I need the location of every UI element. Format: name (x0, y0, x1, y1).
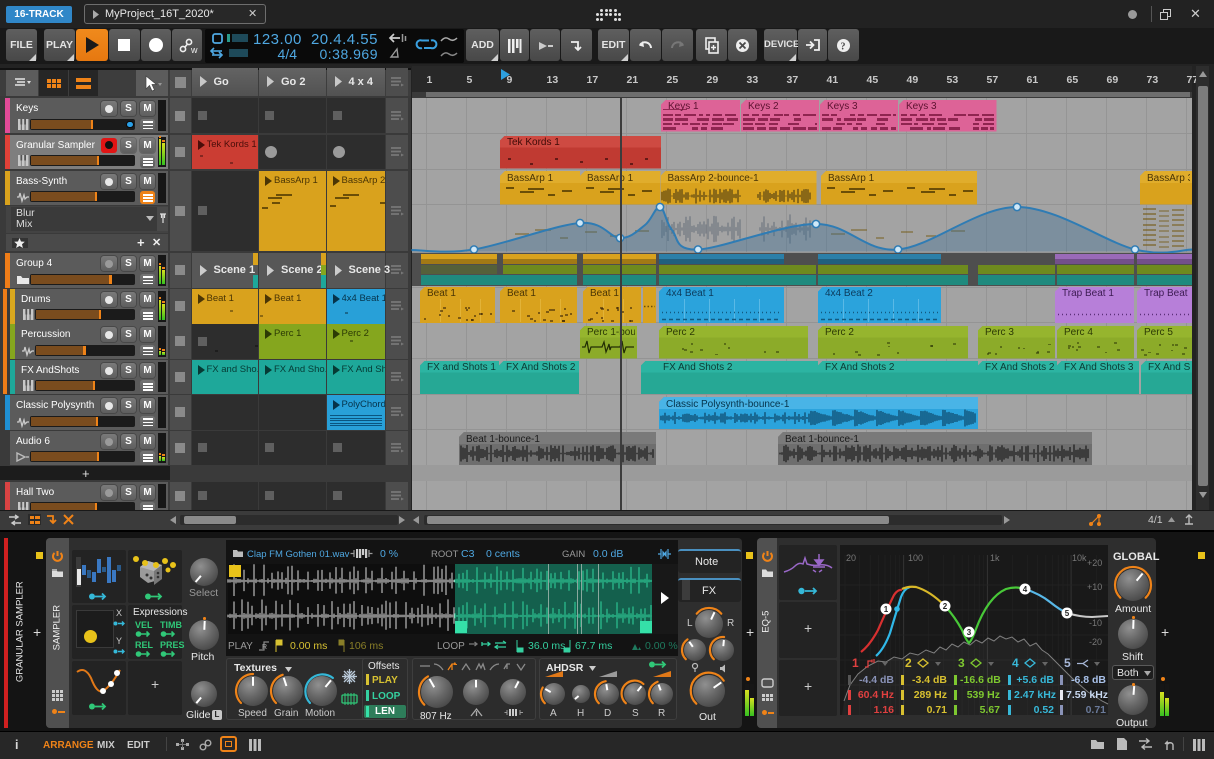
svg-text:4: 4 (1023, 585, 1028, 594)
svg-text:2: 2 (943, 602, 948, 611)
svg-text:3: 3 (967, 628, 972, 637)
svg-text:1: 1 (884, 605, 889, 614)
svg-text:R: R (262, 644, 267, 651)
svg-text:5: 5 (1065, 609, 1070, 618)
